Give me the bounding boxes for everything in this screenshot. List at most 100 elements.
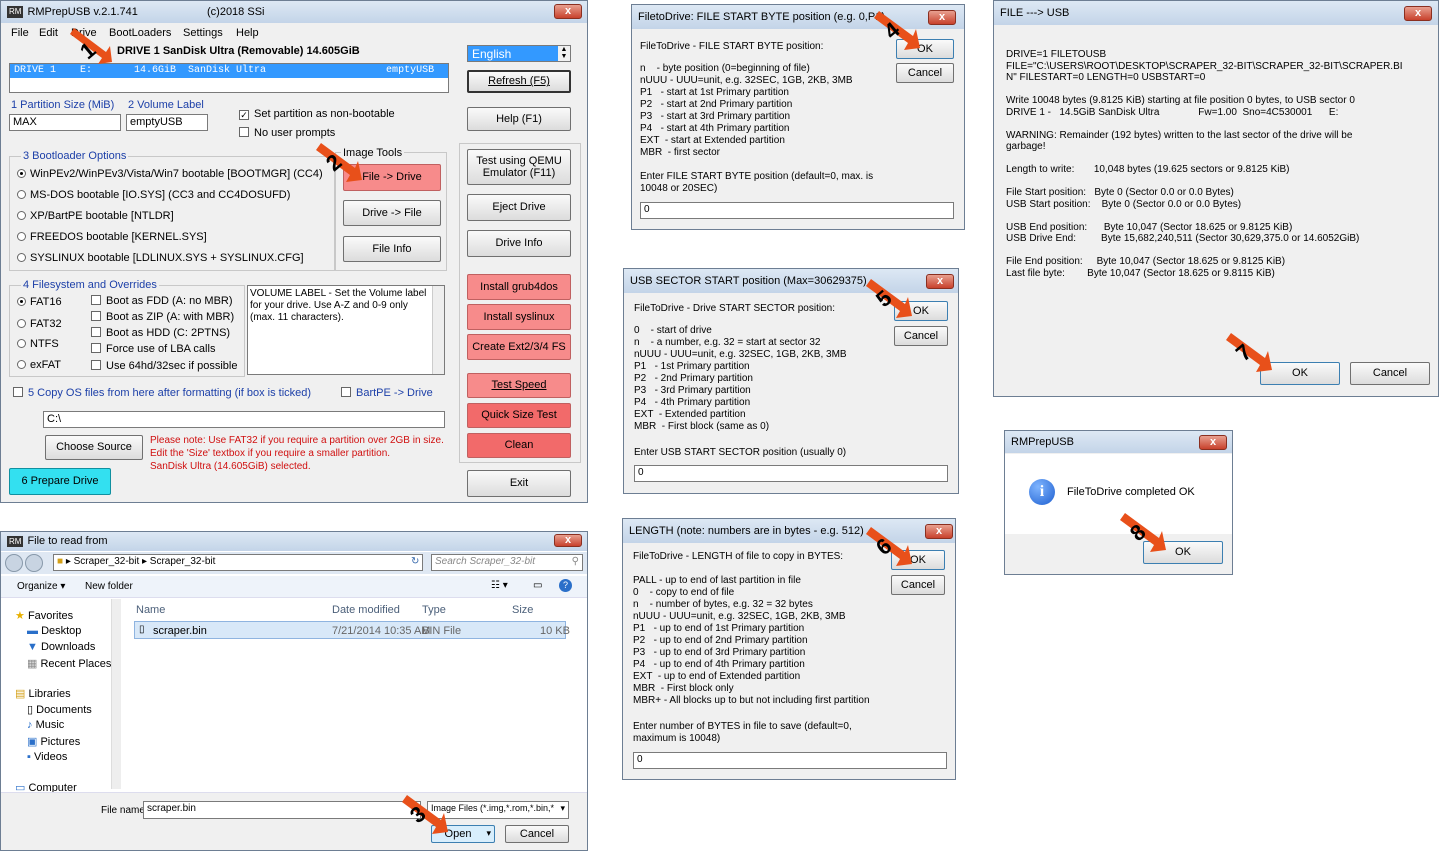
nonbootable-checkbox[interactable]: ✓ Set partition as non-bootable	[239, 108, 395, 120]
nav-documents[interactable]: ▯ Documents	[27, 703, 92, 716]
column-date[interactable]: Date modified	[332, 604, 400, 616]
new-folder-button[interactable]: New folder	[85, 581, 133, 592]
copy-os-checkbox[interactable]: 5 Copy OS files from here after formatti…	[13, 387, 311, 399]
start-byte-cancel-button[interactable]: Cancel	[896, 63, 954, 83]
help-button[interactable]: Help (F1)	[467, 107, 571, 131]
file-type-select[interactable]: Image Files (*.img,*.rom,*.bin,* ▾	[427, 801, 569, 819]
nav-libraries[interactable]: ▤ Libraries	[15, 687, 71, 700]
exit-button[interactable]: Exit	[467, 470, 571, 497]
partition-size-input[interactable]: MAX	[9, 114, 121, 131]
create-ext-button[interactable]: Create Ext2/3/4 FS	[467, 334, 571, 360]
menu-file[interactable]: File	[11, 27, 29, 39]
drive-to-file-button[interactable]: Drive -> File	[343, 200, 441, 226]
back-icon[interactable]	[5, 554, 23, 572]
menu-settings[interactable]: Settings	[183, 27, 223, 39]
nav-desktop[interactable]: ▬ Desktop	[27, 625, 81, 637]
help-scrollbar[interactable]	[432, 286, 444, 374]
forward-icon[interactable]	[25, 554, 43, 572]
open-dialog-titlebar[interactable]: RM File to read from	[1, 532, 587, 551]
bartpe-checkbox[interactable]: BartPE -> Drive	[341, 387, 433, 399]
install-syslinux-button[interactable]: Install syslinux	[467, 304, 571, 330]
quick-size-button[interactable]: Quick Size Test	[467, 403, 571, 428]
nav-favorites[interactable]: ★ Favorites	[15, 609, 73, 622]
usb-sector-input[interactable]: 0	[634, 465, 948, 482]
fs-option-fat16[interactable]: FAT16	[17, 296, 62, 308]
override-zip[interactable]: Boot as ZIP (A: with MBR)	[91, 311, 234, 323]
clean-button[interactable]: Clean	[467, 433, 571, 458]
length-cancel-button[interactable]: Cancel	[891, 575, 945, 595]
nav-recent[interactable]: ▦ Recent Places	[27, 657, 111, 670]
bootloader-option-msdos[interactable]: MS-DOS bootable [IO.SYS] (CC3 and CC4DOS…	[17, 189, 290, 201]
close-icon[interactable]: x	[1199, 435, 1227, 450]
nav-pictures[interactable]: ▣ Pictures	[27, 735, 80, 748]
close-icon[interactable]: x	[926, 274, 954, 289]
close-icon[interactable]: x	[928, 10, 956, 25]
language-select[interactable]: English ▲ ▼	[467, 45, 571, 62]
preview-pane-icon[interactable]: ▭	[533, 580, 542, 591]
done-titlebar[interactable]: RMPrepUSB	[1005, 431, 1232, 453]
view-icon[interactable]: ☷ ▾	[491, 580, 508, 591]
prepare-drive-button[interactable]: 6 Prepare Drive	[9, 468, 111, 495]
file-row[interactable]: ▯ scraper.bin 7/21/2014 10:35 AM BIN Fil…	[134, 621, 570, 639]
nav-scrollbar[interactable]	[111, 599, 121, 789]
nav-label: Favorites	[27, 610, 74, 622]
bootloader-option-freedos[interactable]: FREEDOS bootable [KERNEL.SYS]	[17, 231, 207, 243]
column-size[interactable]: Size	[512, 604, 533, 616]
nav-music[interactable]: ♪ Music	[27, 719, 64, 731]
main-titlebar[interactable]: RM RMPrepUSB v.2.1.741 (c)2018 SSi	[1, 1, 587, 23]
menu-edit[interactable]: Edit	[39, 27, 58, 39]
start-byte-input[interactable]: 0	[640, 202, 954, 219]
menu-bootloaders[interactable]: BootLoaders	[109, 27, 171, 39]
usb-sector-cancel-button[interactable]: Cancel	[894, 326, 948, 346]
override-lba[interactable]: Force use of LBA calls	[91, 343, 215, 355]
drive-row[interactable]: DRIVE 1 E: 14.6GiB SanDisk Ultra emptyUS…	[10, 64, 448, 78]
fs-option-exfat[interactable]: exFAT	[17, 359, 61, 371]
address-bar[interactable]: ■ ▸ Scraper_32-bit ▸ Scraper_32-bit	[53, 554, 423, 571]
source-path-input[interactable]: C:\	[43, 411, 445, 428]
organize-button[interactable]: Organize ▾	[17, 581, 65, 592]
length-input[interactable]: 0	[633, 752, 947, 769]
summary-ok-button[interactable]: OK	[1260, 362, 1340, 385]
fs-option-fat32[interactable]: FAT32	[17, 318, 62, 330]
nav-videos[interactable]: ▪ Videos	[27, 751, 67, 763]
summary-cancel-button[interactable]: Cancel	[1350, 362, 1430, 385]
column-name[interactable]: Name	[136, 604, 165, 616]
menu-help[interactable]: Help	[236, 27, 259, 39]
override-fdd[interactable]: Boot as FDD (A: no MBR)	[91, 295, 233, 307]
file-info-button[interactable]: File Info	[343, 236, 441, 262]
volume-label-input[interactable]: emptyUSB	[126, 114, 208, 131]
bootloader-option-bootmgr[interactable]: WinPEv2/WinPEv3/Vista/Win7 bootable [BOO…	[17, 168, 323, 180]
close-icon[interactable]: x	[554, 534, 582, 547]
close-icon[interactable]: x	[554, 4, 582, 19]
help-icon[interactable]: ?	[559, 579, 572, 592]
drive-list[interactable]: DRIVE 1 E: 14.6GiB SanDisk Ultra emptyUS…	[9, 63, 449, 93]
close-icon[interactable]: x	[1404, 6, 1432, 21]
override-64hd[interactable]: Use 64hd/32sec if possible	[91, 360, 237, 372]
bootloader-option-syslinux[interactable]: SYSLINUX bootable [LDLINUX.SYS + SYSLINU…	[17, 252, 304, 264]
filename-input[interactable]: scraper.bin	[143, 801, 421, 819]
refresh-button[interactable]: Refresh (F5)	[467, 70, 571, 93]
info-icon: i	[1029, 479, 1055, 505]
open-file-dialog: RM File to read from x ■ ▸ Scraper_32-bit…	[0, 531, 588, 851]
fs-option-ntfs[interactable]: NTFS	[17, 338, 59, 350]
path-segment-1[interactable]: Scraper_32-bit	[150, 556, 216, 567]
choose-source-button[interactable]: Choose Source	[45, 435, 143, 460]
refresh-icon[interactable]: ↻	[411, 556, 419, 567]
test-speed-button[interactable]: Test Speed	[467, 373, 571, 398]
override-hdd[interactable]: Boot as HDD (C: 2PTNS)	[91, 327, 230, 339]
close-icon[interactable]: x	[925, 524, 953, 539]
open-cancel-button[interactable]: Cancel	[505, 825, 569, 843]
path-segment-0[interactable]: Scraper_32-bit	[74, 556, 140, 567]
nav-downloads[interactable]: ▼ Downloads	[27, 641, 95, 653]
column-type[interactable]: Type	[422, 604, 446, 616]
summary-titlebar[interactable]: FILE ---> USB	[994, 1, 1438, 25]
search-input[interactable]: Search Scraper_32-bit ⚲	[431, 554, 583, 571]
eject-button[interactable]: Eject Drive	[467, 194, 571, 221]
bootloader-option-ntldr[interactable]: XP/BartPE bootable [NTLDR]	[17, 210, 174, 222]
no-prompts-checkbox[interactable]: No user prompts	[239, 127, 335, 139]
install-grub-button[interactable]: Install grub4dos	[467, 274, 571, 300]
drive-info-button[interactable]: Drive Info	[467, 230, 571, 257]
summary-body: DRIVE=1 FILETOUSB FILE="C:\USERS\ROOT\DE…	[1006, 49, 1403, 279]
qemu-button[interactable]: Test using QEMU Emulator (F11)	[467, 149, 571, 185]
start-byte-title: FiletoDrive: FILE START BYTE position (e…	[638, 11, 885, 23]
